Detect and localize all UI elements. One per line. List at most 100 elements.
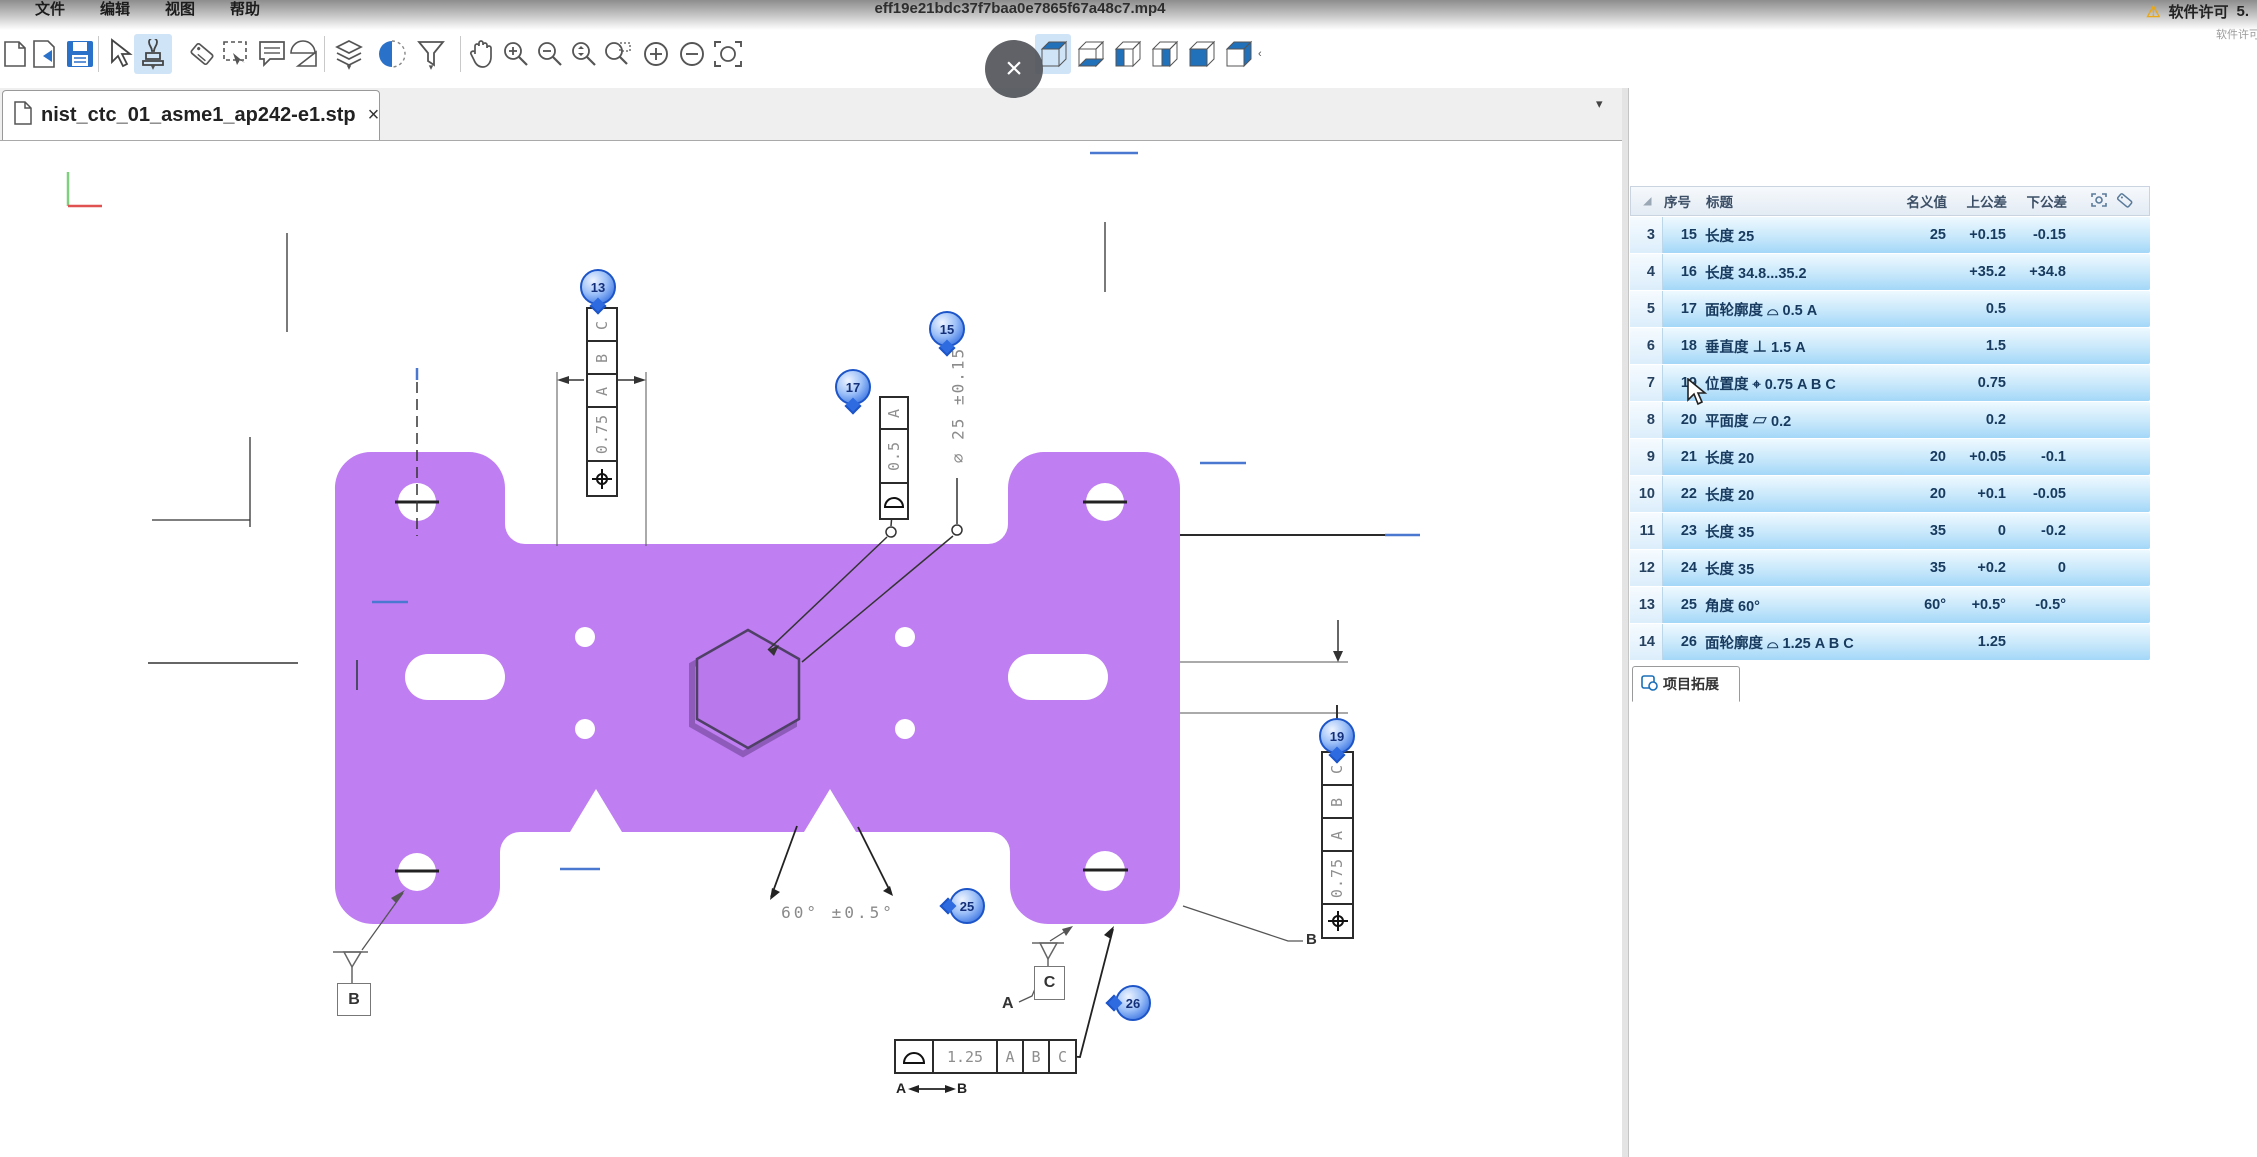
panel-collapse-icon[interactable]: ▾ xyxy=(1596,96,1603,112)
table-row[interactable]: 3 15 长度 25 25 +0.15 -0.15 xyxy=(1630,217,2150,253)
menu-file[interactable]: 文件 xyxy=(35,0,65,19)
filter-icon[interactable]: ▾ xyxy=(412,34,450,74)
row-index[interactable]: 13 xyxy=(1630,587,1663,623)
row-upper-tol: 1.25 xyxy=(1952,624,2012,660)
pmi-balloon-26[interactable]: 26 xyxy=(1115,985,1151,1021)
row-index[interactable]: 10 xyxy=(1630,476,1663,512)
balloon-number: 17 xyxy=(846,380,860,395)
menu-help[interactable]: 帮助 xyxy=(230,0,260,19)
row-index[interactable]: 7 xyxy=(1630,365,1663,401)
zoom-in-tool-icon[interactable] xyxy=(500,34,532,74)
menu-edit[interactable]: 编辑 xyxy=(100,0,130,19)
column-seq[interactable]: 序号 xyxy=(1664,187,1706,215)
main-toolbar: ▾ ▾ ▾ ‹ xyxy=(0,24,2257,88)
table-row[interactable]: 11 23 长度 35 35 0 -0.2 xyxy=(1630,513,2150,549)
chevron-down-icon[interactable]: ▾ xyxy=(347,62,352,73)
row-seq: 23 xyxy=(1663,513,1705,549)
chevron-down-icon[interactable]: ▾ xyxy=(429,62,434,73)
tag-column-icon[interactable] xyxy=(2116,192,2134,211)
column-upper[interactable]: 上公差 xyxy=(1953,187,2013,215)
diameter-dimension-text[interactable]: ⌀ 25 ±0.15 xyxy=(949,347,968,463)
position-symbol-icon xyxy=(586,460,618,497)
view-cube-bottom-icon[interactable] xyxy=(1072,34,1108,74)
zoom-fit-icon[interactable] xyxy=(568,34,600,74)
row-index[interactable]: 3 xyxy=(1630,217,1663,253)
row-index[interactable]: 14 xyxy=(1630,624,1663,660)
contrast-view-icon[interactable] xyxy=(376,34,408,74)
table-row[interactable]: 12 24 长度 35 35 +0.2 0 xyxy=(1630,550,2150,586)
pmi-balloon-17[interactable]: 17 xyxy=(835,369,871,405)
capture-column-icon[interactable] xyxy=(2090,192,2108,211)
tab-project-expand[interactable]: 项目拓展 xyxy=(1632,666,1740,702)
table-row[interactable]: 10 22 长度 20 20 +0.1 -0.05 xyxy=(1630,476,2150,512)
row-nominal xyxy=(1892,624,1952,660)
zoom-extents-icon[interactable] xyxy=(712,34,744,74)
row-index[interactable]: 4 xyxy=(1630,254,1663,290)
row-index[interactable]: 8 xyxy=(1630,402,1663,438)
close-tab-icon[interactable]: × xyxy=(368,104,380,127)
angle-dimension-text[interactable]: 60° ±0.5° xyxy=(781,903,895,922)
new-document-icon[interactable] xyxy=(0,34,32,74)
row-nominal xyxy=(1892,254,1952,290)
view-cube-right-icon[interactable] xyxy=(1146,34,1182,74)
comment-icon[interactable] xyxy=(256,34,288,74)
view-cube-front-icon[interactable] xyxy=(1183,34,1219,74)
table-row[interactable]: 14 26 面轮廓度 ⌓ 1.25 A B C 1.25 xyxy=(1630,624,2150,660)
license-status[interactable]: ⚠ 软件许可 5. xyxy=(2146,1,2249,22)
fcf-position-13[interactable]: C B A 0.75 xyxy=(587,308,617,496)
menu-view[interactable]: 视图 xyxy=(165,0,195,19)
view-cube-back-icon[interactable] xyxy=(1220,34,1256,74)
tag-annotation-icon[interactable] xyxy=(186,34,218,74)
pan-hand-icon[interactable] xyxy=(466,34,498,74)
measure-tools-icon[interactable] xyxy=(288,34,320,74)
between-to-label: B xyxy=(957,1080,967,1096)
select-cursor-icon[interactable] xyxy=(104,34,136,74)
marquee-select-icon[interactable] xyxy=(220,34,252,74)
fcf-datum: A xyxy=(1005,1048,1014,1066)
table-row[interactable]: 5 17 面轮廓度 ⌓ 0.5 A 0.5 xyxy=(1630,291,2150,327)
document-tab[interactable]: nist_ctc_01_asme1_ap242-e1.stp × xyxy=(2,90,380,140)
row-index[interactable]: 11 xyxy=(1630,513,1663,549)
zoom-out-tool-icon[interactable] xyxy=(534,34,566,74)
table-header[interactable]: ◢ 序号 标题 名义值 上公差 下公差 xyxy=(1630,186,2150,216)
table-row[interactable]: 7 19 位置度 ⌖ 0.75 A B C 0.75 xyxy=(1630,365,2150,401)
view-cube-left-icon[interactable] xyxy=(1109,34,1145,74)
row-index[interactable]: 6 xyxy=(1630,328,1663,364)
row-title: 平面度 ▱ 0.2 xyxy=(1705,402,1892,438)
zoom-out-button-icon[interactable] xyxy=(676,34,708,74)
stamp-tool-icon[interactable]: ▾ xyxy=(134,34,172,74)
chevron-left-icon[interactable]: ‹ xyxy=(1258,48,1262,60)
pmi-balloon-19[interactable]: 19 xyxy=(1319,718,1355,754)
zoom-in-button-icon[interactable] xyxy=(640,34,672,74)
chevron-down-icon[interactable]: ▾ xyxy=(151,62,156,73)
datum-box-c[interactable]: C xyxy=(1034,966,1065,1000)
video-title: eff19e21bdc37f7baa0e7865f67a48c7.mp4 xyxy=(874,0,1165,17)
pmi-balloon-15[interactable]: 15 xyxy=(929,311,965,347)
column-nominal[interactable]: 名义值 xyxy=(1893,187,1953,215)
column-title[interactable]: 标题 xyxy=(1706,187,1893,215)
row-index[interactable]: 9 xyxy=(1630,439,1663,475)
open-document-icon[interactable] xyxy=(30,34,62,74)
datum-box-b[interactable]: B xyxy=(337,983,371,1016)
model-viewport[interactable] xyxy=(0,140,1622,1157)
video-close-button[interactable]: × xyxy=(985,40,1043,98)
sort-icon[interactable]: ◢ xyxy=(1631,187,1664,215)
table-row[interactable]: 9 21 长度 20 20 +0.05 -0.1 xyxy=(1630,439,2150,475)
table-row[interactable]: 8 20 平面度 ▱ 0.2 0.2 xyxy=(1630,402,2150,438)
column-lower[interactable]: 下公差 xyxy=(2013,187,2073,215)
layers-icon[interactable]: ▾ xyxy=(330,34,368,74)
row-index[interactable]: 5 xyxy=(1630,291,1663,327)
zoom-window-icon[interactable] xyxy=(602,34,634,74)
table-row[interactable]: 13 25 角度 60° 60° +0.5° -0.5° xyxy=(1630,587,2150,623)
row-index[interactable]: 12 xyxy=(1630,550,1663,586)
table-row[interactable]: 6 18 垂直度 ⊥ 1.5 A 1.5 xyxy=(1630,328,2150,364)
row-seq: 18 xyxy=(1663,328,1705,364)
pmi-balloon-25[interactable]: 25 xyxy=(949,888,985,924)
fcf-position-19[interactable]: C B A 0.75 xyxy=(1322,752,1353,938)
row-seq: 25 xyxy=(1663,587,1705,623)
fcf-profile-17[interactable]: A 0.5 xyxy=(880,397,908,519)
save-icon[interactable] xyxy=(64,34,96,74)
table-row[interactable]: 4 16 长度 34.8...35.2 +35.2 +34.8 xyxy=(1630,254,2150,290)
fcf-profile-26[interactable]: 1.25 A B C xyxy=(895,1040,1076,1073)
pmi-balloon-13[interactable]: 13 xyxy=(580,269,616,305)
